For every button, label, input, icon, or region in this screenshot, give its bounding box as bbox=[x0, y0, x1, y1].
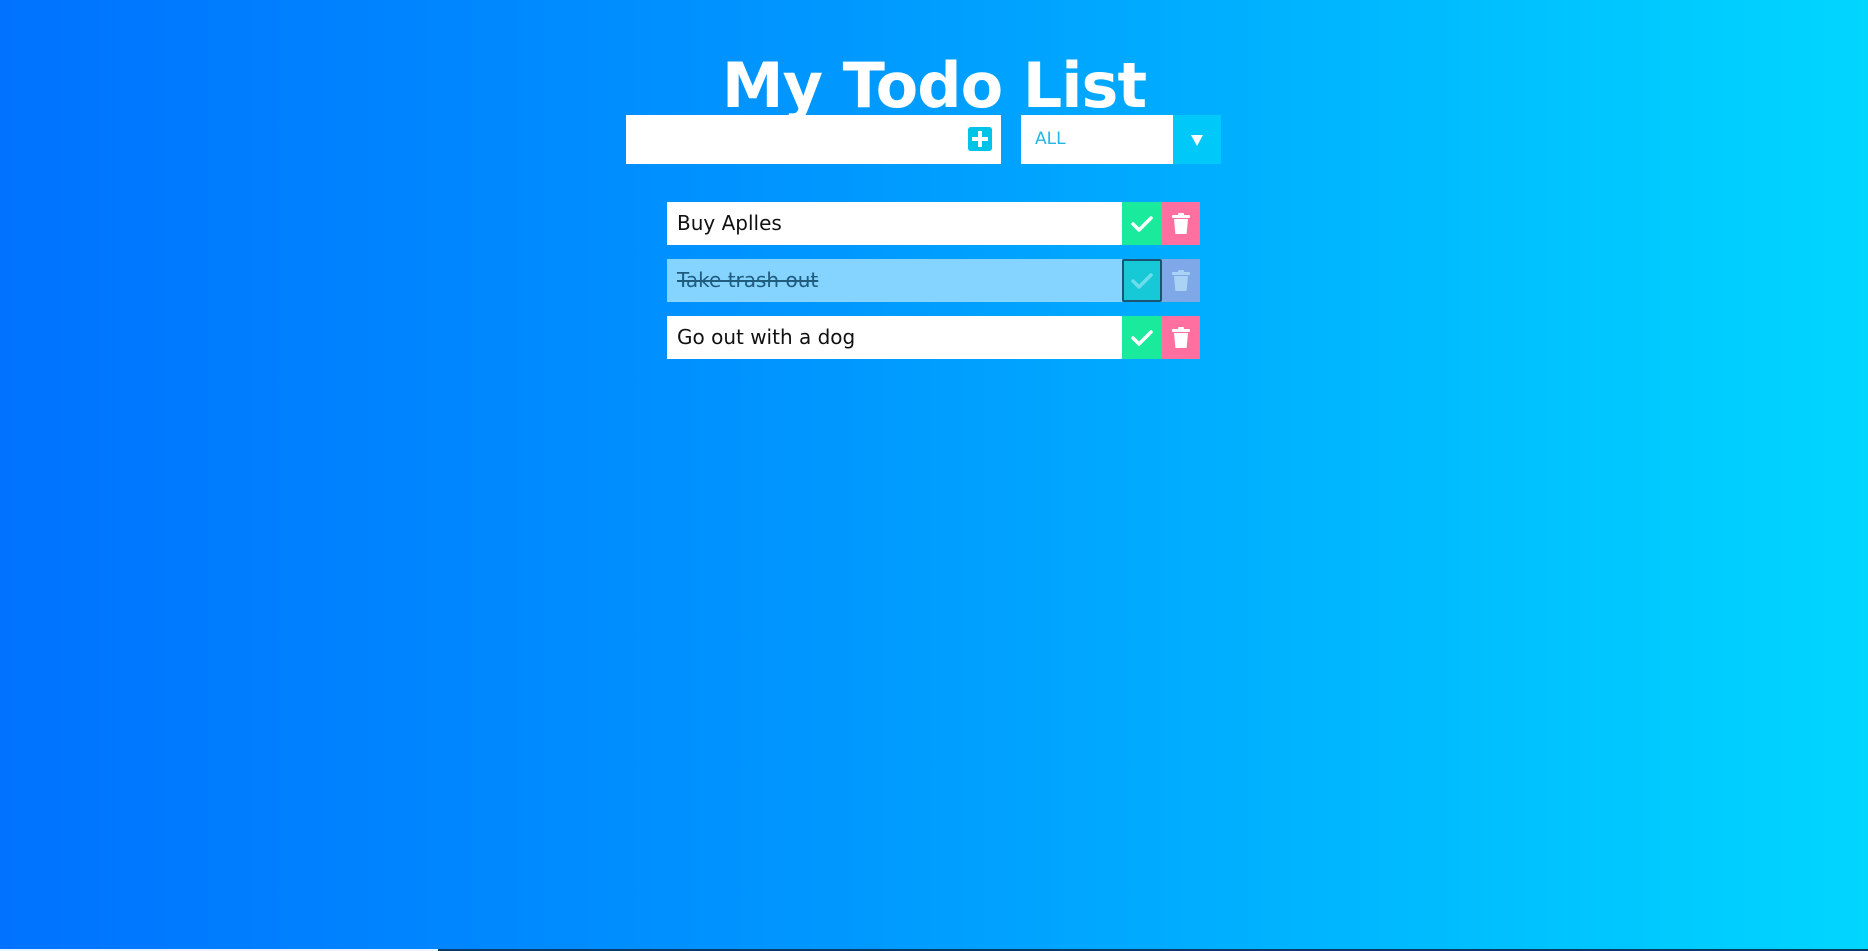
todo-item-text: Buy Aplles bbox=[677, 211, 782, 235]
todo-item: Buy Aplles bbox=[667, 202, 1200, 245]
filter-select[interactable]: ALL bbox=[1021, 115, 1221, 164]
todo-input[interactable] bbox=[626, 115, 956, 164]
trash-icon bbox=[1172, 326, 1190, 348]
add-todo-form bbox=[626, 115, 1001, 164]
complete-button[interactable] bbox=[1122, 259, 1162, 302]
todo-item-text: Go out with a dog bbox=[677, 325, 856, 349]
check-icon bbox=[1131, 329, 1153, 346]
delete-button[interactable] bbox=[1162, 202, 1200, 245]
delete-button[interactable] bbox=[1162, 259, 1200, 302]
todo-list: Buy Aplles Take trash out Go out with a … bbox=[667, 202, 1200, 373]
check-icon bbox=[1131, 215, 1153, 232]
trash-icon bbox=[1172, 212, 1190, 234]
todo-item-completed: Take trash out bbox=[667, 259, 1200, 302]
complete-button[interactable] bbox=[1122, 316, 1162, 359]
plus-square-icon bbox=[968, 127, 992, 151]
page-title: My Todo List bbox=[721, 48, 1147, 122]
complete-button[interactable] bbox=[1122, 202, 1162, 245]
check-icon bbox=[1131, 272, 1153, 289]
trash-icon bbox=[1172, 269, 1190, 291]
todo-item: Go out with a dog bbox=[667, 316, 1200, 359]
add-todo-button[interactable] bbox=[968, 127, 992, 151]
filter-selected-value: ALL bbox=[1035, 129, 1066, 149]
triangle-down-icon bbox=[1191, 135, 1203, 146]
delete-button[interactable] bbox=[1162, 316, 1200, 359]
todo-item-text: Take trash out bbox=[677, 268, 819, 292]
filter-dropdown-button[interactable] bbox=[1173, 115, 1221, 164]
